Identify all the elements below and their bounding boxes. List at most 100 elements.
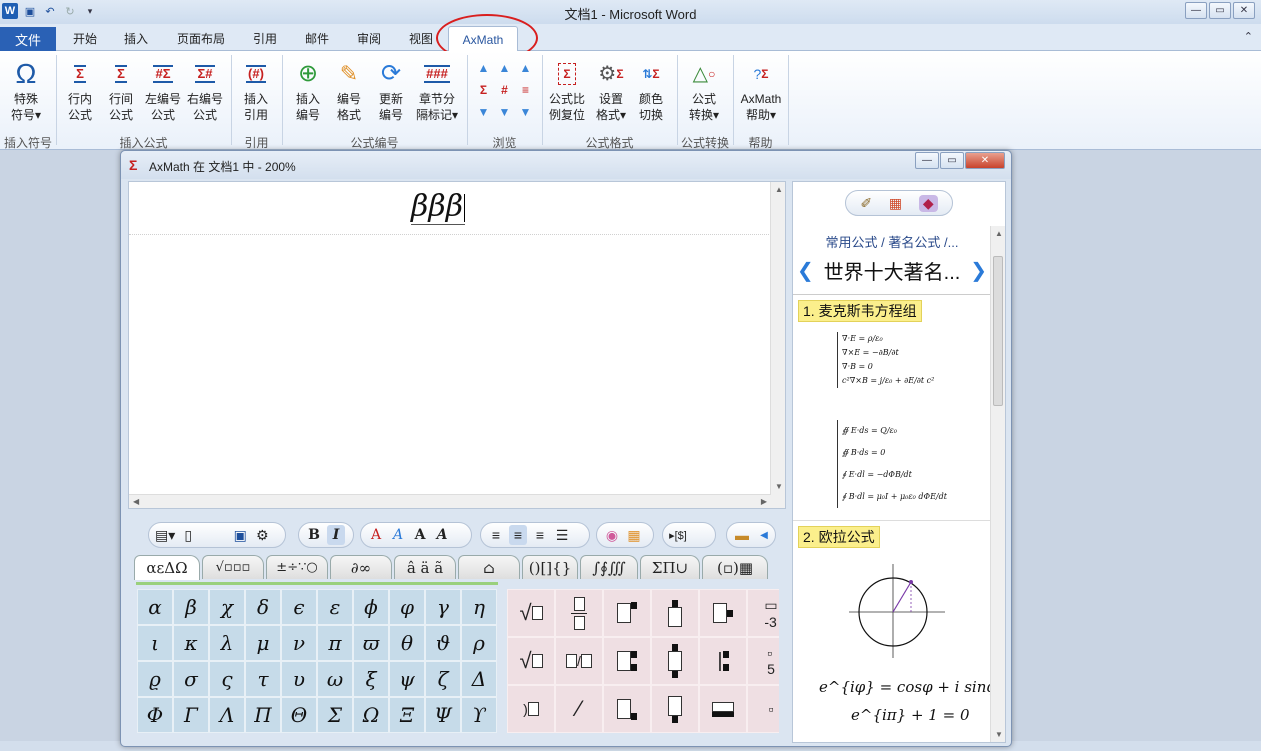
greek-letter[interactable]: Ξ <box>389 697 425 733</box>
greek-letter[interactable]: μ <box>245 625 281 661</box>
subsup-template[interactable] <box>603 637 651 685</box>
maxwell-integral-equations[interactable]: ∯ E·ds = Q/ε₀ ∯ B·ds = 0 ∮ E·dl = −dΦB/d… <box>837 420 947 508</box>
tab-accents[interactable]: â ä ã <box>394 555 456 579</box>
axmath-minimize-button[interactable]: — <box>915 152 939 169</box>
greek-letter[interactable]: φ <box>389 589 425 625</box>
greek-letter[interactable]: Π <box>245 697 281 733</box>
tab-references[interactable]: 引用 <box>253 30 277 47</box>
greek-letter[interactable]: ξ <box>353 661 389 697</box>
new-document-icon[interactable]: ▯ <box>179 525 197 545</box>
long-division-template[interactable]: ) <box>507 685 555 733</box>
greek-letter[interactable]: ψ <box>389 661 425 697</box>
greek-letter[interactable]: ϕ <box>353 589 389 625</box>
greek-letter[interactable]: δ <box>245 589 281 625</box>
tab-mailings[interactable]: 邮件 <box>305 30 329 47</box>
color-grid-icon[interactable]: ▦ <box>625 525 643 545</box>
greek-letter[interactable]: Ω <box>353 697 389 733</box>
sqrt-template[interactable]: √ <box>507 589 555 637</box>
insert-reference-button[interactable]: (#) 插入 引用 <box>232 57 280 123</box>
axmath-help-button[interactable]: ? Σ AxMath 帮助▾ <box>735 57 787 123</box>
axmath-close-button[interactable]: ✕ <box>965 152 1005 169</box>
slash-fraction-template[interactable]: / <box>555 637 603 685</box>
greek-letter[interactable]: ζ <box>425 661 461 697</box>
greek-letter[interactable]: η <box>461 589 497 625</box>
browse-sigma-icon[interactable]: Σ <box>480 83 487 97</box>
greek-letter[interactable]: β <box>173 589 209 625</box>
browse-down-icon[interactable]: ▼ <box>499 105 511 119</box>
minimize-button[interactable]: — <box>1185 2 1207 19</box>
align-left-icon[interactable]: ≡ <box>487 525 505 545</box>
right-numbered-formula-button[interactable]: Σ# 右编号 公式 <box>181 57 229 123</box>
scroll-right-icon[interactable]: ▶ <box>761 497 767 506</box>
scroll-down-icon[interactable]: ▼ <box>775 482 783 491</box>
subscript-template[interactable] <box>603 685 651 733</box>
browse-down-icon[interactable]: ▼ <box>520 105 532 119</box>
align-center-icon[interactable]: ≡ <box>509 525 527 545</box>
browse-chapter-icon[interactable]: ≡ <box>522 83 529 97</box>
font-color-icon[interactable]: A <box>367 525 385 545</box>
greek-letter[interactable]: Δ <box>461 661 497 697</box>
section-maxwell[interactable]: 1. 麦克斯韦方程组 <box>798 300 922 322</box>
greek-letter[interactable]: ϵ <box>281 589 317 625</box>
greek-letter[interactable]: κ <box>173 625 209 661</box>
formula-editor[interactable]: βββ ▲ ▼ ◀ ▶ <box>128 181 786 509</box>
greek-letter[interactable]: ι <box>137 625 173 661</box>
editor-vertical-scrollbar[interactable]: ▲ ▼ <box>770 182 785 508</box>
save-icon[interactable]: ▣ <box>231 525 249 545</box>
greek-letter[interactable]: γ <box>425 589 461 625</box>
extra-template[interactable]: ▭ -3 <box>747 589 779 637</box>
font-bold-italic-icon[interactable]: A <box>433 525 451 545</box>
chapter-separator-button[interactable]: ### 章节分 隔标记▾ <box>409 57 465 123</box>
toolbox-icon[interactable]: ▬ <box>733 525 751 545</box>
axmath-maximize-button[interactable]: ▭ <box>940 152 964 169</box>
browse-up-icon[interactable]: ▲ <box>499 61 511 75</box>
greek-letter[interactable]: ς <box>209 661 245 697</box>
color-wheel-icon[interactable]: ◉ <box>603 525 621 545</box>
tab-insert[interactable]: 插入 <box>124 30 148 47</box>
euler-identity[interactable]: e^{iπ} + 1 = 0 <box>851 706 969 724</box>
line-formula-button[interactable]: Σ 行间 公式 <box>97 57 145 123</box>
collapse-ribbon-icon[interactable]: ⌃ <box>1244 30 1253 43</box>
tab-greek[interactable]: αεΔΩ <box>134 555 200 580</box>
greek-letter[interactable]: θ <box>389 625 425 661</box>
formula-content[interactable]: βββ <box>411 190 466 225</box>
tab-brackets[interactable]: ()[]{} <box>522 555 578 579</box>
tab-relations[interactable]: ±÷∵○ <box>266 555 328 579</box>
italic-button[interactable]: I <box>327 525 345 545</box>
editor-horizontal-scrollbar[interactable]: ◀ ▶ <box>129 494 771 508</box>
align-right-icon[interactable]: ≡ <box>531 525 549 545</box>
library-breadcrumb[interactable]: 常用公式 / 著名公式 /... <box>793 232 991 251</box>
greek-letter[interactable]: σ <box>173 661 209 697</box>
side-template[interactable] <box>699 589 747 637</box>
formula-convert-button[interactable]: △ ○ 公式 转换▾ <box>680 57 728 123</box>
tab-operators[interactable]: √▫▫▫ <box>202 555 264 579</box>
tab-integrals[interactable]: ∫∮∭ <box>580 555 638 579</box>
tab-calculus-symbols[interactable]: ∂∞ <box>330 555 392 579</box>
greek-letter[interactable]: ω <box>317 661 353 697</box>
page-settings-icon[interactable]: ▤▾ <box>155 525 175 545</box>
tab-matrices[interactable]: (▫)▦ <box>702 555 768 579</box>
close-button[interactable]: ✕ <box>1233 2 1255 19</box>
library-book-icon[interactable]: ◆ <box>918 194 938 212</box>
fraction-template[interactable] <box>555 589 603 637</box>
latex-convert-icon[interactable]: ▸[$] <box>669 525 687 545</box>
tab-file[interactable]: 文件 <box>0 27 56 51</box>
bold-button[interactable]: B <box>305 525 323 545</box>
maximize-button[interactable]: ▭ <box>1209 2 1231 19</box>
greek-letter[interactable]: Σ <box>317 697 353 733</box>
greek-letter[interactable]: Γ <box>173 697 209 733</box>
font-bold-style-icon[interactable]: A <box>411 525 429 545</box>
toolbox-arrow-icon[interactable]: ◀ <box>755 525 773 545</box>
scroll-up-icon[interactable]: ▲ <box>995 229 1003 238</box>
over-template[interactable] <box>651 589 699 637</box>
tab-review[interactable]: 审阅 <box>357 30 381 47</box>
maxwell-differential-equations[interactable]: ∇·E = ρ/ε₀ ∇×E = −∂B/∂t ∇·B = 0 c²∇×B = … <box>837 332 934 388</box>
extra-template-2[interactable]: ▫ 5 <box>747 637 779 685</box>
scroll-up-icon[interactable]: ▲ <box>775 185 783 194</box>
diag-fraction-template[interactable]: ⁄ <box>555 685 603 733</box>
bottom-bar-template[interactable] <box>699 685 747 733</box>
under-template[interactable] <box>651 685 699 733</box>
eval-bar-template[interactable]: | <box>699 637 747 685</box>
tab-page-layout[interactable]: 页面布局 <box>177 30 225 47</box>
greek-letter[interactable]: ϒ <box>461 697 497 733</box>
